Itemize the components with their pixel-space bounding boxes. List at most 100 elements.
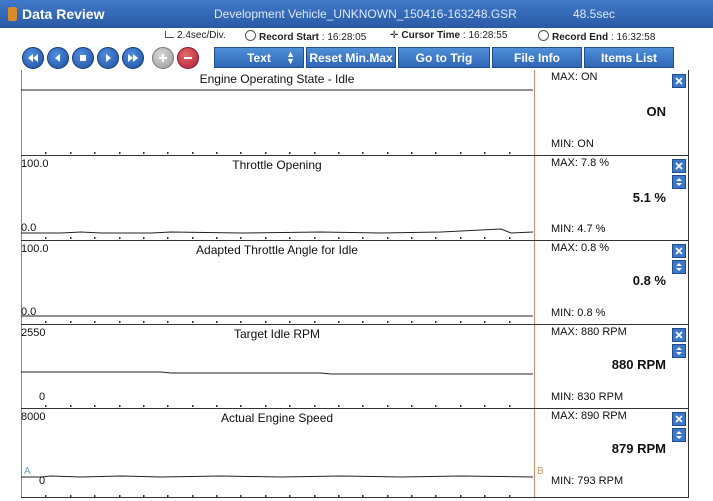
division-icon [165, 31, 174, 38]
time-tick [289, 237, 291, 239]
panel-separator [21, 497, 688, 498]
remove-signal-button[interactable] [672, 412, 686, 426]
fast-forward-button[interactable] [122, 47, 144, 69]
scale-button[interactable] [672, 344, 686, 358]
previous-icon [55, 54, 60, 62]
go-to-trig-label: Go to Trig [415, 50, 473, 65]
time-tick [265, 237, 267, 239]
time-tick [362, 237, 364, 239]
rewind-button[interactable] [22, 47, 44, 69]
time-tick [314, 321, 316, 323]
time-tick [240, 405, 242, 407]
time-tick [484, 152, 486, 154]
time-tick [240, 321, 242, 323]
zoom-out-icon [184, 57, 192, 59]
max-value: MAX: 880 RPM [551, 326, 627, 338]
time-tick [265, 405, 267, 407]
time-tick [484, 405, 486, 407]
cursor-time: ✛ Cursor Time : 16:28:55 [390, 30, 507, 41]
scale-button[interactable] [672, 428, 686, 442]
record-info-row: 2.4sec/Div. Record Start : 16:28:05 ✛ Cur… [0, 28, 713, 46]
current-value: 5.1 % [632, 190, 666, 205]
zoom-out-button[interactable] [177, 47, 199, 69]
time-tick [94, 152, 96, 154]
time-tick [70, 321, 72, 323]
time-tick [435, 152, 437, 154]
time-tick [387, 152, 389, 154]
time-tick [362, 405, 364, 407]
up-down-arrows-icon [676, 263, 682, 271]
time-tick [411, 405, 413, 407]
plot-area[interactable]: 100.0 Throttle Opening 0.0 [21, 156, 533, 240]
stop-icon [80, 55, 86, 61]
play-button[interactable] [97, 47, 119, 69]
time-tick [94, 321, 96, 323]
value-column: MAX: 880 RPM 880 RPM MIN: 830 RPM [545, 325, 688, 408]
signal-panel-throttle-opening: 100.0 Throttle Opening 0.0 MAX: 7.8 % 5.… [21, 156, 688, 240]
current-value: 879 RPM [611, 441, 666, 456]
previous-button[interactable] [47, 47, 69, 69]
app-title: Data Review [22, 6, 105, 22]
zoom-in-button[interactable] [152, 47, 174, 69]
time-tick [192, 405, 194, 407]
time-tick [265, 321, 267, 323]
file-title: Development Vehicle_UNKNOWN_150416-16324… [214, 7, 517, 21]
app-icon [8, 7, 17, 21]
time-tick [460, 405, 462, 407]
remove-signal-button[interactable] [672, 244, 686, 258]
time-tick [460, 237, 462, 239]
remove-signal-button[interactable] [672, 74, 686, 88]
time-tick [338, 405, 340, 407]
time-tick [435, 237, 437, 239]
time-ticks [45, 152, 511, 154]
up-down-arrows-icon [676, 178, 682, 186]
time-tick [45, 237, 47, 239]
time-tick [265, 152, 267, 154]
plot-area[interactable]: 8000 Actual Engine Speed 0 [21, 409, 533, 498]
remove-signal-button[interactable] [672, 159, 686, 173]
cursor-time-value: : 16:28:55 [462, 30, 508, 41]
time-tick [314, 237, 316, 239]
min-value: MIN: 4.7 % [551, 223, 606, 235]
plot-area[interactable]: 100.0 Adapted Throttle Angle for Idle 0.… [21, 241, 533, 324]
time-tick [94, 237, 96, 239]
crosshair-icon: ✛ [390, 30, 399, 41]
signal-trace [21, 475, 533, 478]
scale-button[interactable] [672, 260, 686, 274]
time-tick [167, 321, 169, 323]
signal-panel-target-idle-rpm: 2550 Target Idle RPM 0 MAX: 880 RPM 880 … [21, 325, 688, 408]
time-tick [411, 237, 413, 239]
items-list-button[interactable]: Items List [584, 47, 674, 68]
min-value: MIN: 0.8 % [551, 307, 606, 319]
plot-area[interactable]: 2550 Target Idle RPM 0 [21, 325, 533, 408]
time-tick [167, 405, 169, 407]
time-tick [143, 405, 145, 407]
cursor-time-label: Cursor Time [401, 30, 461, 41]
time-tick [143, 321, 145, 323]
up-down-arrows-icon [676, 347, 682, 355]
time-tick [338, 152, 340, 154]
plot-traces [21, 371, 533, 407]
rewind-icon [28, 54, 38, 62]
time-tick [70, 237, 72, 239]
go-to-trig-button[interactable]: Go to Trig [398, 47, 490, 68]
time-tick [460, 152, 462, 154]
remove-signal-button[interactable] [672, 328, 686, 342]
scale-button[interactable] [672, 175, 686, 189]
data-review-window: { "titlebar": { "app_title": "Data Revie… [0, 0, 713, 501]
plot-area[interactable]: Engine Operating State - Idle [21, 70, 533, 155]
max-value: MAX: 0.8 % [551, 242, 610, 254]
value-column: MAX: 890 RPM 879 RPM MIN: 793 RPM [545, 409, 688, 498]
max-value: MAX: ON [551, 71, 598, 83]
file-info-button[interactable]: File Info [492, 47, 582, 68]
time-tick [387, 405, 389, 407]
time-tick [240, 152, 242, 154]
stop-button[interactable] [72, 47, 94, 69]
reset-min-max-button[interactable]: Reset Min.Max [306, 47, 396, 68]
time-tick [338, 321, 340, 323]
plot-traces [21, 475, 533, 497]
time-ticks [45, 321, 511, 323]
text-select-button[interactable]: Text ▲ ▼ [214, 47, 304, 68]
time-tick [45, 152, 47, 154]
time-tick [94, 405, 96, 407]
